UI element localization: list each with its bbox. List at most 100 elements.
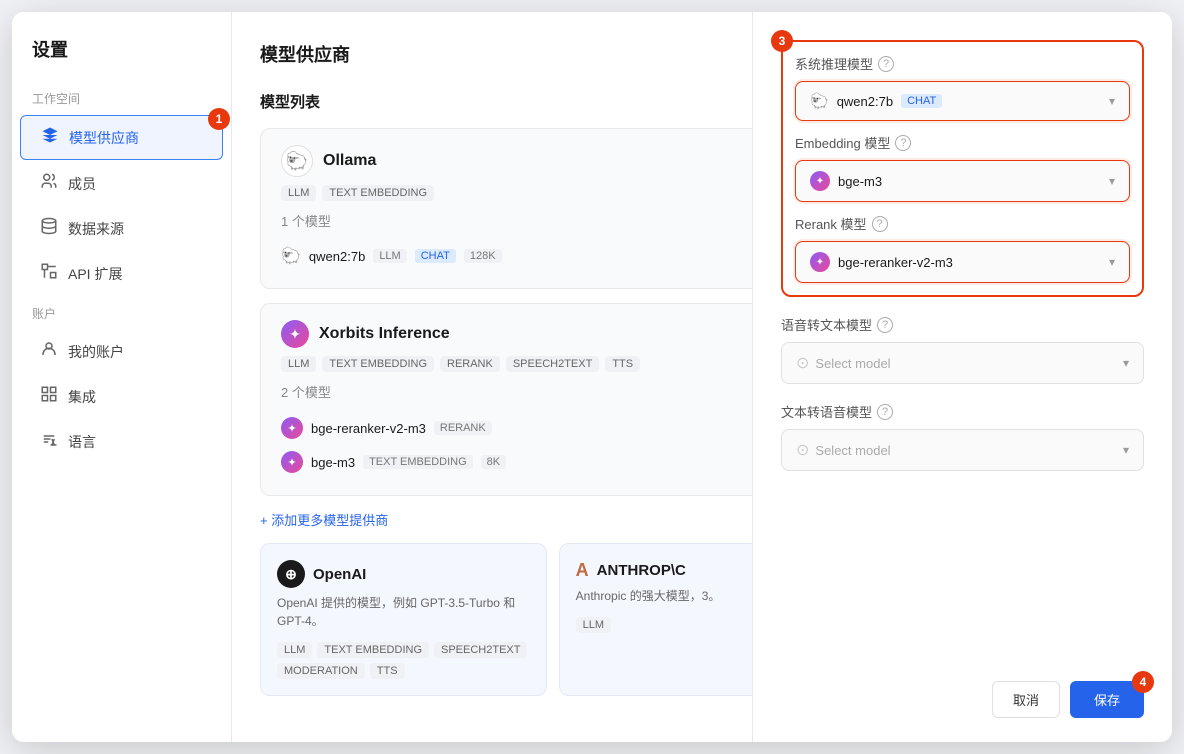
rerank-label: Rerank 模型 ? bbox=[795, 214, 1130, 233]
user-icon bbox=[40, 340, 58, 363]
sidebar: 设置 工作空间 模型供应商 1 成员 数据来源 bbox=[12, 12, 232, 742]
text2speech-placeholder: ⊙ Select model bbox=[796, 440, 891, 460]
text2speech-dropdown[interactable]: ⊙ Select model ▾ bbox=[781, 429, 1144, 471]
chevron-down-icon: ▾ bbox=[1109, 94, 1115, 108]
sidebar-item-label: 模型供应商 bbox=[69, 128, 139, 148]
model-tag-8k: 8K bbox=[481, 455, 506, 469]
speech2text-section: 语音转文本模型 ? ⊙ Select model ▾ bbox=[781, 315, 1144, 384]
rerank-model-section: Rerank 模型 ? ✦ bge-reranker-v2-m3 ▾ bbox=[795, 214, 1130, 283]
tag-rerank: RERANK bbox=[440, 356, 500, 372]
sidebar-item-data-source[interactable]: 数据来源 bbox=[20, 207, 223, 250]
model-tag-chat: CHAT bbox=[415, 249, 456, 263]
speech2text-help-icon[interactable]: ? bbox=[877, 317, 893, 333]
openai-card-tags: LLM TEXT EMBEDDING SPEECH2TEXT MODERATIO… bbox=[277, 642, 530, 679]
openai-tag-llm: LLM bbox=[277, 642, 312, 658]
model-name-qwen: qwen2:7b bbox=[309, 249, 365, 264]
sidebar-item-integrations[interactable]: 集成 bbox=[20, 375, 223, 418]
account-label: 账户 bbox=[12, 297, 231, 328]
save-button[interactable]: 保存 4 bbox=[1070, 681, 1144, 718]
ollama-card-name: Ollama bbox=[323, 152, 376, 170]
sidebar-item-members[interactable]: 成员 bbox=[20, 162, 223, 205]
chevron-down-icon-2: ▾ bbox=[1109, 174, 1115, 188]
save-badge: 4 bbox=[1132, 671, 1154, 693]
sidebar-item-my-account[interactable]: 我的账户 bbox=[20, 330, 223, 373]
openai-card-name: ⊕ OpenAI bbox=[277, 560, 530, 588]
rerank-help-icon[interactable]: ? bbox=[872, 216, 888, 232]
chevron-down-icon-4: ▾ bbox=[1123, 356, 1129, 370]
inference-help-icon[interactable]: ? bbox=[878, 56, 894, 72]
anthropic-tag-llm: LLM bbox=[576, 617, 611, 633]
grid-icon bbox=[40, 385, 58, 408]
text2speech-label: 文本转语音模型 ? bbox=[781, 402, 1144, 421]
translate-icon bbox=[40, 430, 58, 453]
right-panel: 3 系统推理模型 ? 🐑 qwen2:7b CHAT ▾ bbox=[752, 12, 1172, 742]
model-name-bge-m3: bge-m3 bbox=[311, 455, 355, 470]
model-tag-llm: LLM bbox=[373, 249, 406, 263]
model-tag-rerank2: RERANK bbox=[434, 421, 492, 435]
people-icon bbox=[40, 172, 58, 195]
tag-text-emb2: TEXT EMBEDDING bbox=[322, 356, 434, 372]
text2speech-help-icon[interactable]: ? bbox=[877, 404, 893, 420]
modal-title: 模型供应商 bbox=[260, 41, 350, 67]
speech2text-placeholder: ⊙ Select model bbox=[796, 353, 891, 373]
cube-icon bbox=[41, 126, 59, 149]
tag-llm: LLM bbox=[281, 185, 316, 201]
tag-text-embedding: TEXT EMBEDDING bbox=[322, 185, 434, 201]
sidebar-title: 设置 bbox=[12, 36, 231, 82]
xorbits-model-icon-2: ✦ bbox=[281, 451, 303, 473]
model-tag-128k: 128K bbox=[464, 249, 502, 263]
sidebar-item-language[interactable]: 语言 bbox=[20, 420, 223, 463]
sidebar-item-label: API 扩展 bbox=[68, 264, 122, 284]
text2speech-section: 文本转语音模型 ? ⊙ Select model ▾ bbox=[781, 402, 1144, 471]
cancel-button[interactable]: 取消 bbox=[992, 681, 1060, 718]
tag-tts: TTS bbox=[605, 356, 640, 372]
highlighted-panel: 3 系统推理模型 ? 🐑 qwen2:7b CHAT ▾ bbox=[781, 40, 1144, 297]
embedding-model-section: Embedding 模型 ? ✦ bge-m3 ▾ bbox=[795, 133, 1130, 202]
embedding-help-icon[interactable]: ? bbox=[895, 135, 911, 151]
inference-tag: CHAT bbox=[901, 94, 942, 108]
sidebar-badge: 1 bbox=[208, 108, 230, 130]
tag-speech2text: SPEECH2TEXT bbox=[506, 356, 599, 372]
api-icon bbox=[40, 262, 58, 285]
openai-tag-tts: TTS bbox=[370, 663, 405, 679]
xorbits-icon: ✦ bbox=[281, 320, 309, 348]
spinner-icon-2: ⊙ bbox=[796, 440, 809, 460]
settings-modal: 设置 工作空间 模型供应商 1 成员 数据来源 bbox=[12, 12, 1172, 742]
chevron-down-icon-5: ▾ bbox=[1123, 443, 1129, 457]
openai-icon: ⊕ bbox=[277, 560, 305, 588]
model-name-bge-reranker: bge-reranker-v2-m3 bbox=[311, 421, 426, 436]
openai-tag-emb: TEXT EMBEDDING bbox=[317, 642, 429, 658]
xorbits-model-icon-1: ✦ bbox=[281, 417, 303, 439]
speech2text-dropdown[interactable]: ⊙ Select model ▾ bbox=[781, 342, 1144, 384]
panel-footer: 取消 保存 4 bbox=[781, 669, 1144, 718]
xorbits-card-name: Xorbits Inference bbox=[319, 325, 450, 343]
sidebar-item-label: 数据来源 bbox=[68, 219, 124, 239]
openai-tag-mod: MODERATION bbox=[277, 663, 365, 679]
sidebar-item-api-ext[interactable]: API 扩展 bbox=[20, 252, 223, 295]
database-icon bbox=[40, 217, 58, 240]
openai-card: ⊕ OpenAI OpenAI 提供的模型，例如 GPT-3.5-Turbo 和… bbox=[260, 543, 547, 696]
sidebar-item-model-provider[interactable]: 模型供应商 1 bbox=[20, 115, 223, 160]
xorbits-emb-icon: ✦ bbox=[810, 171, 830, 191]
xorbits-rerank-icon: ✦ bbox=[810, 252, 830, 272]
model-tag-text-emb3: TEXT EMBEDDING bbox=[363, 455, 473, 469]
rerank-model-dropdown[interactable]: ✦ bge-reranker-v2-m3 ▾ bbox=[795, 241, 1130, 283]
chevron-down-icon-3: ▾ bbox=[1109, 255, 1115, 269]
embedding-label: Embedding 模型 ? bbox=[795, 133, 1130, 152]
workspace-label: 工作空间 bbox=[12, 82, 231, 113]
rerank-model-value: bge-reranker-v2-m3 bbox=[838, 255, 953, 270]
ollama-icon: 🐑 bbox=[281, 145, 313, 177]
panel-badge-3: 3 bbox=[771, 30, 793, 52]
tag-llm2: LLM bbox=[281, 356, 316, 372]
embedding-model-dropdown[interactable]: ✦ bge-m3 ▾ bbox=[795, 160, 1130, 202]
speech2text-label: 语音转文本模型 ? bbox=[781, 315, 1144, 334]
model-icon-qwen: 🐑 bbox=[810, 92, 829, 110]
sidebar-item-label: 集成 bbox=[68, 387, 96, 407]
sidebar-item-label: 成员 bbox=[68, 174, 96, 194]
spinner-icon: ⊙ bbox=[796, 353, 809, 373]
sidebar-item-label: 我的账户 bbox=[68, 342, 124, 362]
inference-model-dropdown[interactable]: 🐑 qwen2:7b CHAT ▾ bbox=[795, 81, 1130, 121]
openai-tag-s2t: SPEECH2TEXT bbox=[434, 642, 527, 658]
sidebar-item-label: 语言 bbox=[68, 432, 96, 452]
embedding-model-value: bge-m3 bbox=[838, 174, 882, 189]
